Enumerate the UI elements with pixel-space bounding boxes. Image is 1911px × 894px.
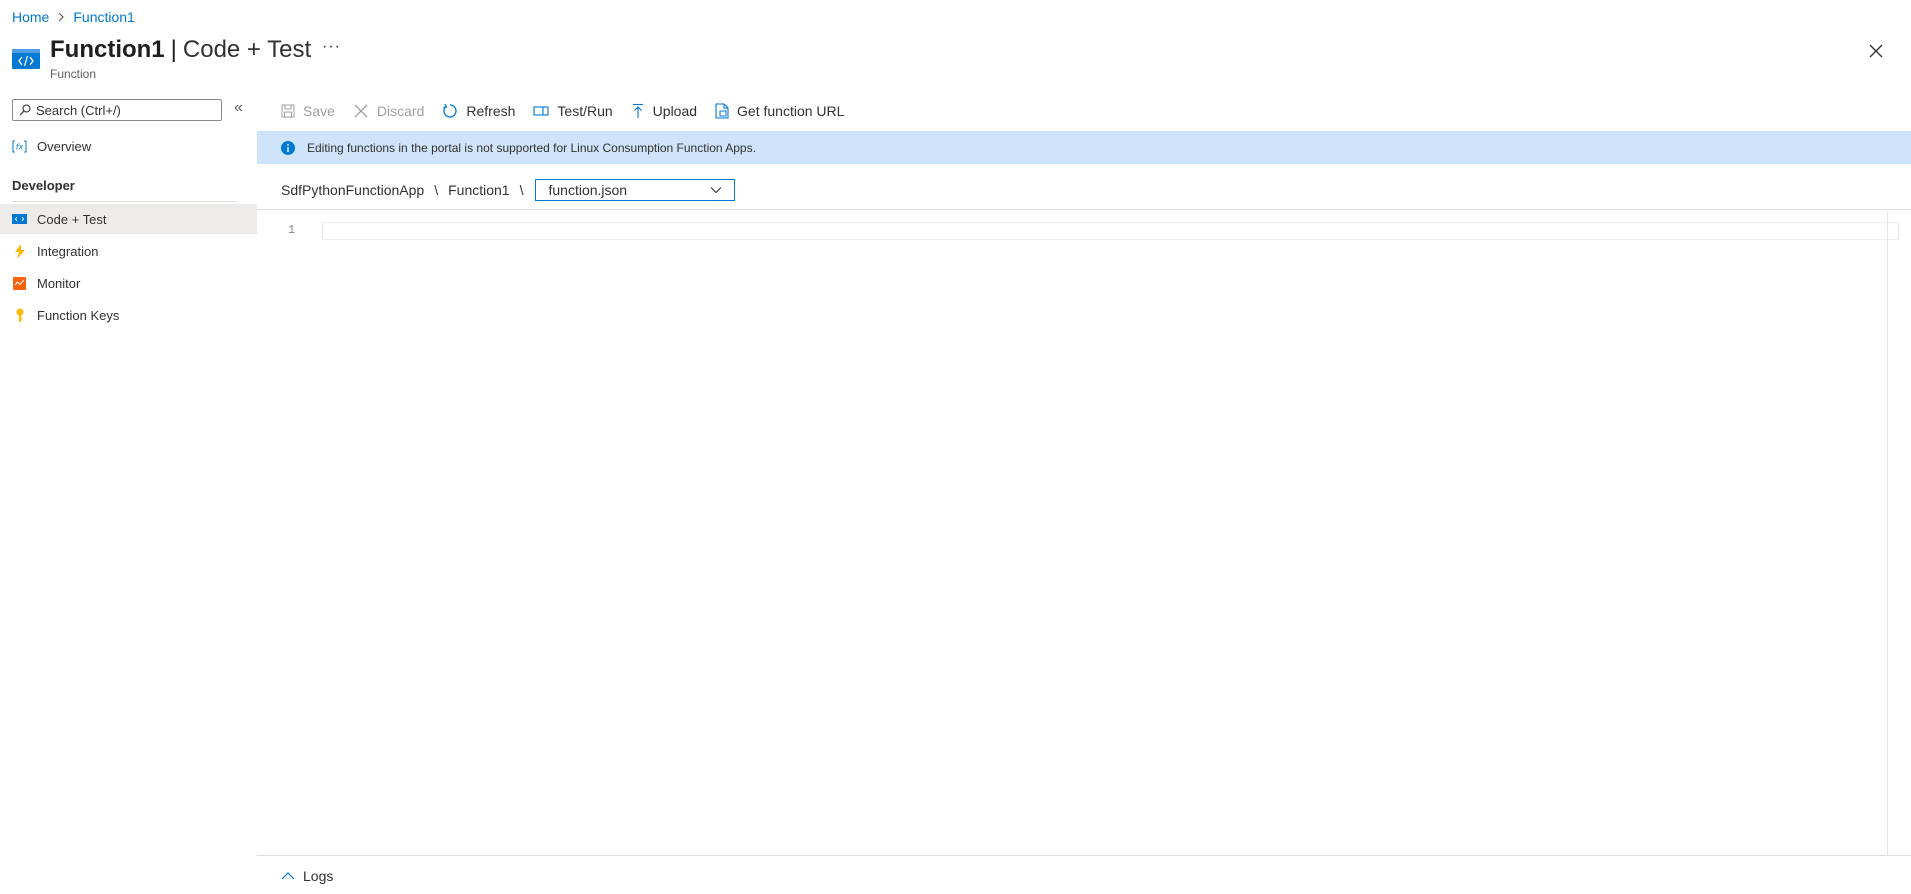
key-icon [12,308,27,323]
sidebar-item-label: Integration [37,243,99,259]
code-editor[interactable] [257,212,1911,855]
svg-text:fx: fx [16,142,24,151]
file-dropdown[interactable]: function.json [535,179,736,201]
section-divider [12,201,237,202]
code-icon [12,212,27,227]
function-code-icon [12,47,40,71]
collapse-sidebar-button[interactable]: « [234,99,243,117]
sidebar-item-label: Monitor [37,275,81,291]
info-banner: Editing functions in the portal is not s… [257,131,1911,164]
upload-button[interactable]: Upload [631,103,697,119]
upload-icon [631,103,645,119]
refresh-icon [442,103,458,119]
chevron-down-icon [710,186,722,194]
logs-label: Logs [303,868,334,884]
sidebar-item-monitor[interactable]: Monitor [0,268,257,298]
section-developer-label: Developer [12,178,75,193]
search-input[interactable] [36,102,216,118]
logs-toggle-button[interactable]: Logs [281,868,333,884]
sidebar-item-label: Code + Test [37,211,107,227]
page-title-separator: | [170,36,177,63]
function-name: Function1 [448,182,510,198]
test-run-icon [533,105,549,117]
sidebar-item-function-keys[interactable]: Function Keys [0,300,257,330]
search-icon [19,104,31,116]
function-overview-icon: fx [12,139,27,154]
logs-divider [257,855,1911,856]
breadcrumb-home-link[interactable]: Home [12,9,49,25]
info-icon [281,140,295,155]
path-divider [257,209,1911,210]
discard-icon [353,103,369,119]
sidebar-item-label: Function Keys [37,307,120,323]
chevron-right-icon [57,12,65,22]
save-button[interactable]: Save [281,103,335,119]
save-label: Save [303,103,335,119]
chevron-up-icon [281,872,295,880]
breadcrumb: Home Function1 [12,9,135,25]
sidebar-item-overview[interactable]: fx Overview [0,131,257,161]
discard-button[interactable]: Discard [353,103,424,119]
save-icon [281,104,295,118]
line-number: 1 [288,223,296,237]
editor-scrollbar[interactable] [1887,212,1888,855]
sidebar-item-code-test[interactable]: Code + Test [0,204,257,234]
page-title: Function1 | Code + Test [50,36,311,64]
refresh-button[interactable]: Refresh [442,103,515,119]
get-function-url-button[interactable]: Get function URL [715,103,844,119]
discard-label: Discard [376,103,425,119]
upload-label: Upload [652,103,698,119]
sidebar-item-label: Overview [37,138,92,154]
function-app-name: SdfPythonFunctionApp [281,182,425,198]
current-line-highlight[interactable] [322,222,1899,240]
refresh-label: Refresh [466,103,516,119]
close-icon[interactable] [1866,41,1886,61]
monitor-icon [12,276,27,291]
test-run-button[interactable]: Test/Run [533,103,613,119]
search-box[interactable] [12,99,222,121]
file-path: SdfPythonFunctionApp \ Function1 \ funct… [281,179,736,201]
link-document-icon [715,103,729,119]
page-title-resource: Function1 [50,36,165,63]
path-separator: \ [519,182,524,198]
breadcrumb-function-link[interactable]: Function1 [73,9,134,25]
test-run-label: Test/Run [557,103,613,119]
get-function-url-label: Get function URL [737,103,845,119]
sidebar-item-integration[interactable]: Integration [0,236,257,266]
resource-type-label: Function [50,67,97,81]
file-dropdown-value: function.json [548,182,628,198]
info-banner-text: Editing functions in the portal is not s… [307,140,756,155]
command-bar: Save Discard Refresh Test/Run Upload Get… [281,100,862,122]
page-title-blade: Code + Test [182,36,312,63]
lightning-icon [12,243,27,259]
more-options-button[interactable]: ··· [322,38,341,56]
path-separator: \ [434,182,439,198]
